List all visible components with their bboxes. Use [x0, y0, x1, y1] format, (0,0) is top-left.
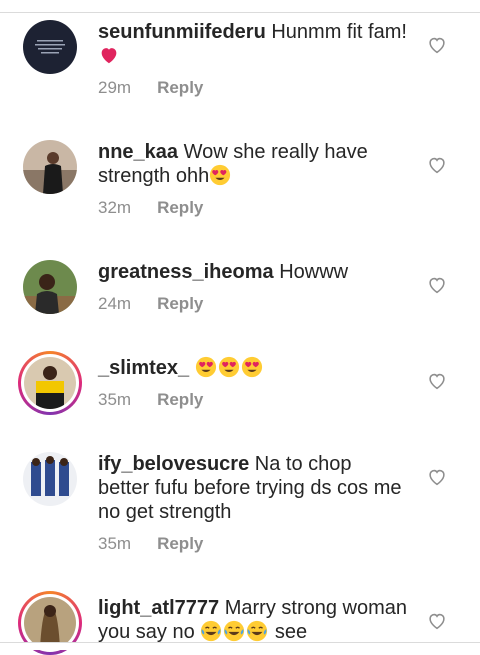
face-tears-of-joy-icon — [223, 620, 245, 642]
avatar[interactable] — [23, 260, 77, 314]
comment-time: 29m — [98, 78, 132, 97]
comment-meta: 35m Reply — [98, 534, 203, 554]
avatar[interactable] — [23, 140, 77, 194]
comment-username[interactable]: ify_belovesucre — [98, 453, 249, 475]
comment-text: nne_kaa Wow she really have strength ohh — [98, 140, 408, 188]
comment-text: greatness_iheoma Howww — [98, 260, 408, 284]
comment-meta: 32m Reply — [98, 198, 203, 218]
comment-username[interactable]: _slimtex_ — [98, 357, 189, 379]
avatar[interactable] — [23, 20, 77, 74]
comment-time: 35m — [98, 390, 132, 409]
comment-body-continued: see — [274, 621, 308, 643]
smiling-face-heart-eyes-icon — [209, 164, 231, 186]
comment-time: 35m — [98, 534, 132, 553]
comment-text: _slimtex_ — [98, 356, 408, 380]
heart-outline-icon[interactable] — [426, 466, 448, 488]
heart-outline-icon[interactable] — [426, 370, 448, 392]
comment-body: Hunmm fit fam! — [271, 21, 407, 43]
avatar[interactable] — [23, 452, 77, 506]
comment-text: light_atl7777 Marry strong woman you say… — [98, 596, 408, 644]
reply-button[interactable]: Reply — [157, 198, 203, 217]
face-tears-of-joy-icon — [200, 620, 222, 642]
smiling-face-heart-eyes-icon — [241, 356, 263, 378]
red-heart-icon — [98, 44, 120, 66]
heart-outline-icon[interactable] — [426, 154, 448, 176]
comment-text: seunfunmiifederu Hunmm fit fam! — [98, 20, 408, 68]
comment-time: 32m — [98, 198, 132, 217]
comment-username[interactable]: seunfunmiifederu — [98, 21, 266, 43]
reply-button[interactable]: Reply — [157, 78, 203, 97]
reply-button[interactable]: Reply — [157, 534, 203, 553]
heart-outline-icon[interactable] — [426, 34, 448, 56]
comment-username[interactable]: greatness_iheoma — [98, 261, 274, 283]
comment-text: ify_belovesucre Na to chop better fufu b… — [98, 452, 408, 524]
comment-time: 24m — [98, 294, 132, 313]
avatar-story-ring[interactable] — [18, 351, 82, 415]
reply-button[interactable]: Reply — [157, 294, 203, 313]
avatar — [24, 357, 76, 409]
reply-button[interactable]: Reply — [157, 390, 203, 409]
comment-meta: 35m Reply — [98, 390, 203, 410]
comment-body: Howww — [279, 261, 349, 283]
comment-username[interactable]: nne_kaa — [98, 141, 178, 163]
comment-meta: 29m Reply — [98, 78, 203, 98]
comment-meta: 24m Reply — [98, 294, 203, 314]
top-divider — [0, 0, 480, 13]
comment-username[interactable]: light_atl7777 — [98, 597, 219, 619]
smiling-face-heart-eyes-icon — [218, 356, 240, 378]
heart-outline-icon[interactable] — [426, 610, 448, 632]
smiling-face-heart-eyes-icon — [195, 356, 217, 378]
heart-outline-icon[interactable] — [426, 274, 448, 296]
face-tears-of-joy-icon — [246, 620, 268, 642]
